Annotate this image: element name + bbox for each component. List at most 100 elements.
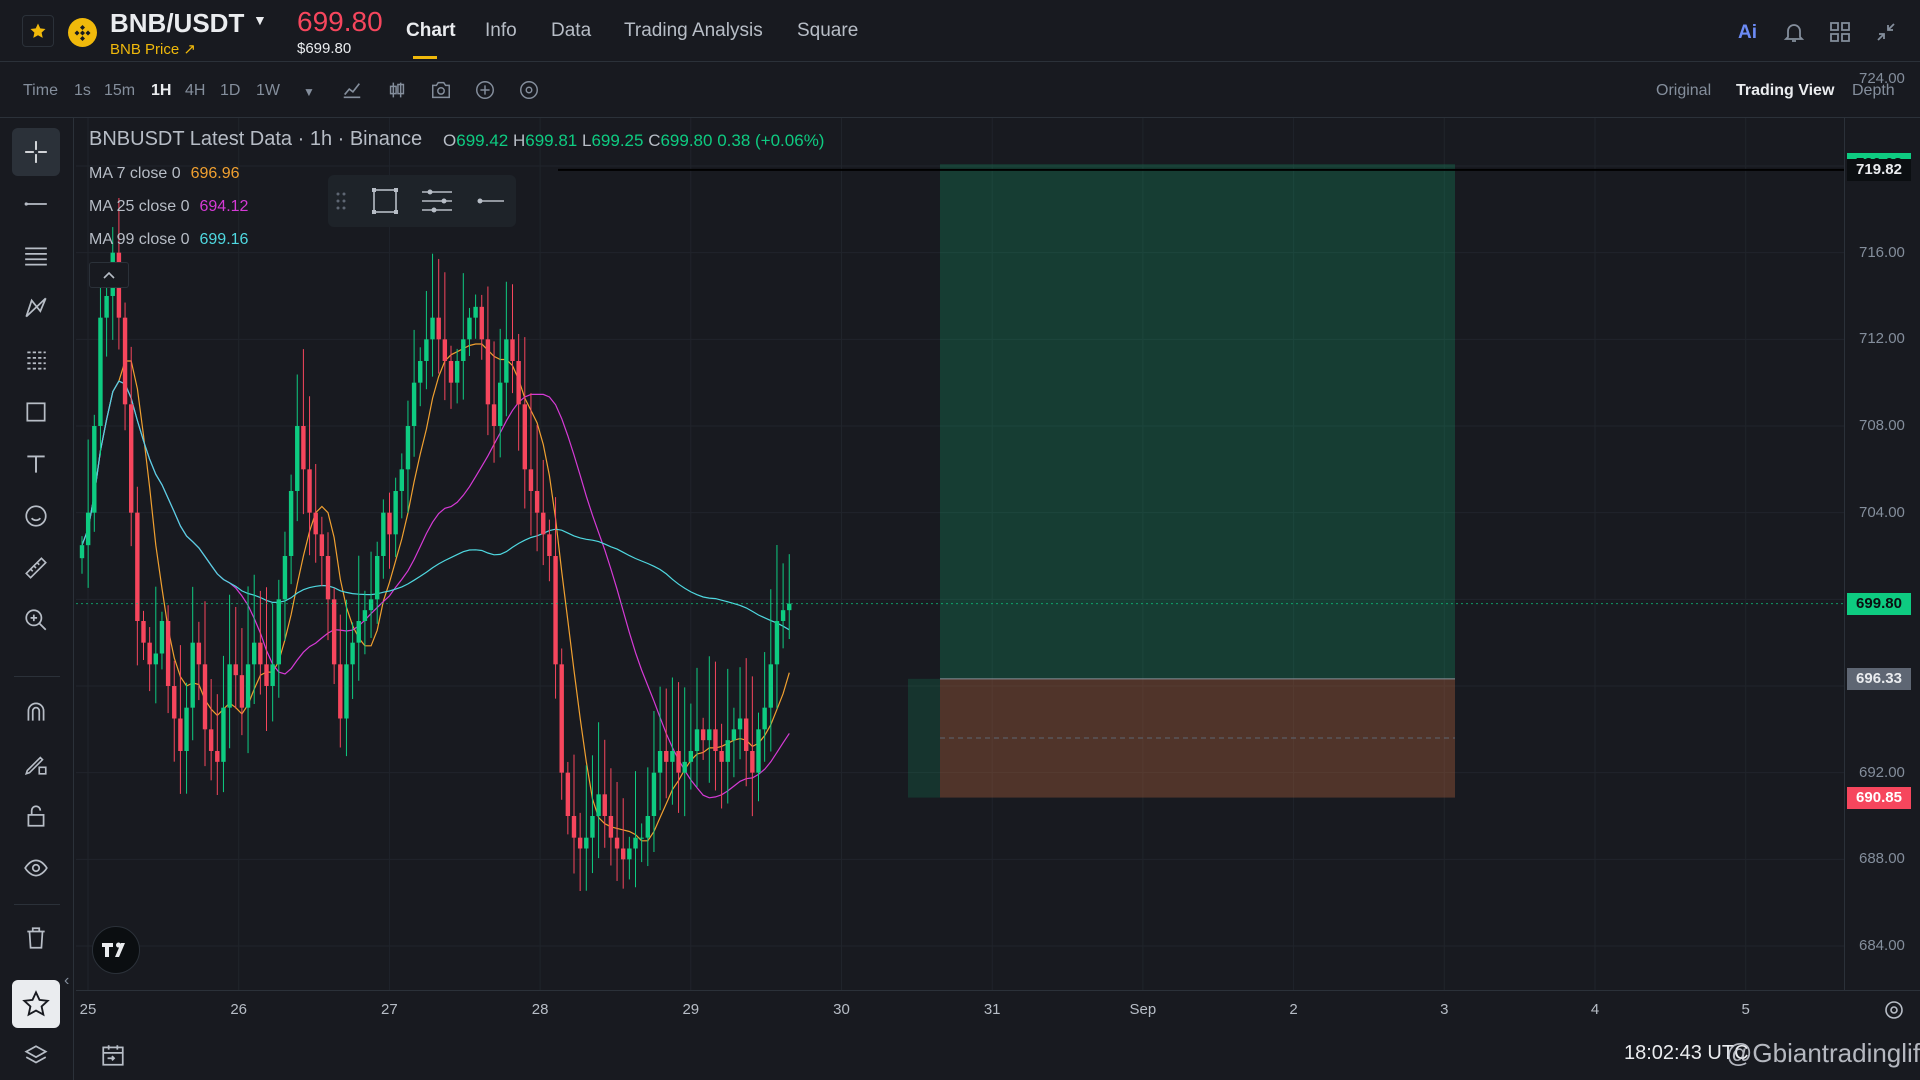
timeframe-1s[interactable]: 1s	[74, 82, 91, 100]
time-tick-label: 3	[1440, 1001, 1449, 1018]
trend-line-tool[interactable]	[12, 180, 60, 228]
candle-body	[448, 361, 454, 383]
candle-body	[621, 848, 626, 860]
favorites-tool[interactable]	[12, 980, 60, 1028]
price-axis[interactable]: 724.00720.00716.00712.00708.00704.00700.…	[1844, 70, 1920, 990]
pattern-tool[interactable]	[12, 284, 60, 332]
candle-body	[159, 621, 165, 654]
legend-collapse-button[interactable]	[89, 262, 129, 288]
candle-body	[467, 317, 472, 340]
visibility-tool[interactable]	[12, 844, 60, 892]
draw-mode-tool[interactable]	[12, 740, 60, 788]
pencil-lock-icon	[24, 756, 47, 776]
tab-chart[interactable]: Chart	[406, 20, 456, 42]
candle-body	[731, 729, 737, 741]
timeframe-more-icon[interactable]: ▼	[303, 85, 315, 99]
fib-tool[interactable]	[12, 336, 60, 384]
expand-sidebar-icon[interactable]: ‹	[64, 972, 69, 990]
favorite-star-button[interactable]	[22, 15, 54, 47]
drag-handle-icon[interactable]	[336, 191, 346, 211]
long-position-tool[interactable]	[908, 164, 1455, 798]
measure-tool[interactable]	[12, 544, 60, 592]
candle-body	[485, 339, 491, 405]
lines-settings-icon[interactable]	[420, 186, 454, 216]
time-axis[interactable]: 25 26 27 28 29 30 31 Sep 2 3 4 5	[76, 990, 1920, 1028]
price-tick-label: 724.00	[1859, 70, 1905, 88]
candle-body	[190, 642, 195, 708]
rectangle-select-icon[interactable]	[370, 186, 400, 216]
ma7-legend[interactable]: MA 7 close 0 696.96	[89, 165, 240, 183]
channel-tool[interactable]	[12, 232, 60, 280]
timeframe-1w[interactable]: 1W	[256, 82, 280, 100]
tab-info[interactable]: Info	[485, 20, 517, 42]
chevron-up-icon	[103, 271, 115, 279]
profit-zone	[940, 164, 1455, 679]
time-tick-label: 26	[230, 1001, 248, 1018]
lock-tool[interactable]	[12, 792, 60, 840]
ma99-legend[interactable]: MA 99 close 0 699.16	[89, 231, 248, 249]
timeframe-time[interactable]: Time	[23, 82, 58, 100]
horizontal-line-icon[interactable]	[474, 186, 506, 216]
time-tick-label: 30	[833, 1001, 850, 1018]
price-tag[interactable]: 690.85	[1847, 786, 1911, 809]
date-range-icon[interactable]	[100, 1042, 126, 1068]
collapse-icon[interactable]	[1874, 20, 1898, 44]
text-tool[interactable]	[12, 440, 60, 488]
candle-body	[338, 664, 343, 719]
tab-data[interactable]: Data	[551, 20, 591, 42]
symbol-name[interactable]: BNB/USDT	[110, 8, 244, 39]
price-tag[interactable]: 719.82	[1847, 158, 1911, 181]
object-tree-tool[interactable]	[12, 1032, 60, 1080]
timeframe-4h[interactable]: 4H	[185, 82, 205, 100]
delete-tool[interactable]	[12, 914, 60, 962]
candle-body	[221, 707, 226, 762]
ma25-legend[interactable]: MA 25 close 0 694.12	[89, 198, 248, 216]
watermark: @Gbiantradinglife	[1726, 1038, 1920, 1068]
candle-body	[787, 603, 792, 611]
zoom-tool[interactable]	[12, 596, 60, 644]
timeframe-1h[interactable]: 1H	[151, 82, 171, 100]
layout-icon[interactable]	[1828, 20, 1852, 44]
candle-body	[479, 306, 484, 340]
shape-tool[interactable]	[12, 388, 60, 436]
symbol-dropdown-icon[interactable]: ▼	[253, 12, 267, 28]
candle-body	[756, 729, 761, 773]
price-tag[interactable]: 699.80	[1847, 592, 1911, 615]
view-original[interactable]: Original	[1656, 82, 1711, 100]
timeframe-15m[interactable]: 15m	[104, 82, 135, 100]
candle-type-icon[interactable]	[386, 79, 408, 101]
camera-icon[interactable]	[430, 79, 452, 101]
price-page-link[interactable]: BNB Price ↗	[110, 40, 196, 58]
chart-settings-icon[interactable]	[1882, 998, 1906, 1022]
tab-trading-analysis[interactable]: Trading Analysis	[624, 20, 763, 42]
price-chart[interactable]	[76, 118, 1844, 990]
candle-body	[528, 469, 534, 491]
emoji-tool[interactable]	[12, 492, 60, 540]
ai-icon[interactable]: Ai	[1738, 22, 1762, 46]
candle-body	[633, 837, 638, 849]
tradingview-logo[interactable]	[92, 926, 140, 974]
candle-body	[258, 642, 263, 665]
candle-body	[774, 621, 780, 665]
candle-body	[670, 751, 675, 762]
tab-square[interactable]: Square	[797, 20, 858, 42]
crosshair-tool[interactable]	[12, 128, 60, 176]
entry-zone	[908, 678, 940, 798]
price-tag[interactable]: 696.33	[1847, 667, 1911, 690]
view-trading-view[interactable]: Trading View	[1736, 82, 1834, 100]
bell-icon[interactable]	[1782, 20, 1806, 44]
indicator-icon[interactable]	[341, 79, 363, 101]
candle-body	[473, 306, 478, 318]
candle-body	[565, 772, 571, 816]
candle-body	[436, 317, 441, 340]
timeframe-1d[interactable]: 1D	[220, 82, 240, 100]
settings-icon[interactable]	[518, 79, 540, 101]
add-icon[interactable]	[474, 79, 496, 101]
drawing-toolbar	[0, 118, 74, 1080]
candle-body	[510, 339, 515, 361]
magnet-tool[interactable]	[12, 688, 60, 736]
zoom-in-icon	[25, 609, 47, 631]
candle-body	[725, 740, 730, 762]
candle-body	[122, 317, 128, 405]
candle-body	[307, 469, 312, 513]
